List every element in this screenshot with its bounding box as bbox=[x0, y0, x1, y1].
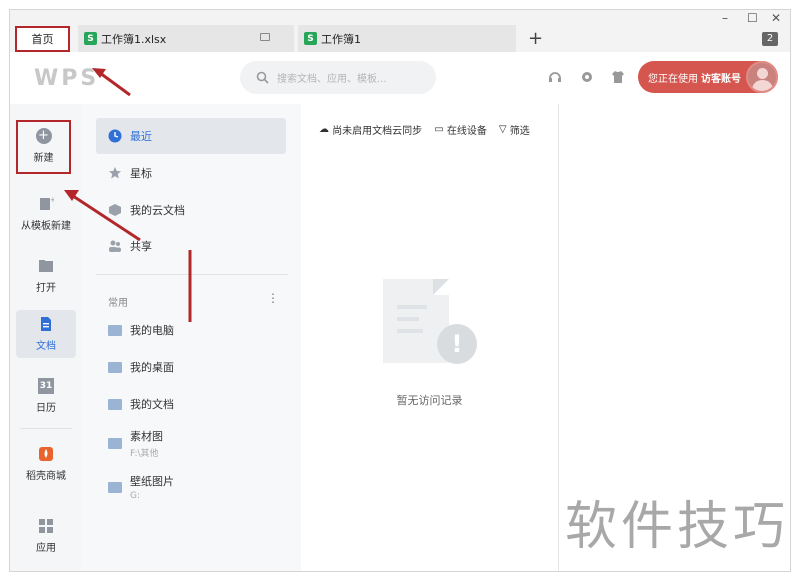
annotation-arrow-new bbox=[72, 194, 141, 242]
watermark: 软件技巧 bbox=[565, 497, 790, 557]
annotation-arrow-logo bbox=[99, 71, 131, 97]
